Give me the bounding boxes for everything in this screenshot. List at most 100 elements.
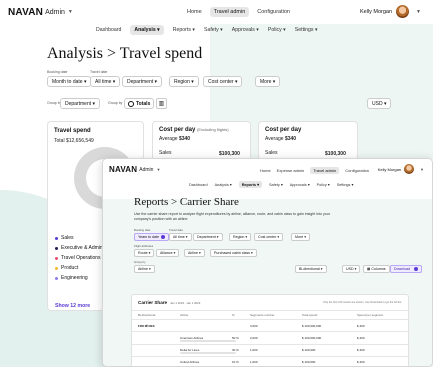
region-dropdown[interactable]: Region ▾	[229, 233, 252, 241]
nav-travel-admin[interactable]: Travel admin	[209, 7, 250, 17]
subnav-reports[interactable]: Reports ▾	[238, 181, 263, 188]
cost-row-label: Sales	[159, 150, 172, 156]
currency-dropdown[interactable]: USD ▾	[367, 98, 392, 109]
nav-travel-admin[interactable]: Travel admin	[310, 167, 340, 174]
column-header-total-spend[interactable]: Total spend	[302, 313, 317, 317]
subnav-approvals[interactable]: Approvals ▾	[290, 182, 310, 187]
divider	[132, 319, 410, 320]
group-label: Group by	[108, 101, 123, 105]
sub-nav: Dashboard Analysis ▾ Reports ▾ Safety ▾ …	[96, 25, 318, 35]
table-cell-segments: 1,000	[250, 360, 258, 364]
subnav-policy[interactable]: Policy ▾	[268, 27, 286, 33]
airline-dropdown[interactable]: Airline ▾	[184, 249, 205, 257]
avatar	[396, 5, 410, 18]
table-cell-segments: 3,000	[250, 324, 258, 328]
subnav-analysis[interactable]: Analysis ▾	[215, 182, 232, 187]
table-cell-airline: United Airlines	[180, 360, 200, 364]
booking-date-dropdown[interactable]: Month to date ▾	[47, 76, 92, 87]
legend-item-sales[interactable]: Sales	[55, 235, 74, 241]
navan-logo[interactable]: NAVAN	[8, 7, 43, 18]
show-more-link[interactable]: Show 12 more	[55, 303, 90, 309]
column-header-segments[interactable]: Segments number	[250, 313, 275, 317]
department-dropdown[interactable]: Department ▾	[122, 76, 163, 87]
group-by-dropdown[interactable]: Department ▾	[60, 98, 101, 109]
chart-view-icon[interactable]: ▥	[156, 98, 167, 109]
user-menu[interactable]: Kelly Morgan ▼	[360, 5, 421, 18]
travel-date-label: Travel date	[90, 70, 108, 74]
legend-dot	[55, 236, 58, 240]
travel-date-dropdown[interactable]: All time ▾	[90, 76, 121, 87]
user-name: Kelly Morgan	[359, 8, 393, 15]
currency-dropdown[interactable]: USD ▾	[342, 265, 361, 273]
cost-row-value: $100,300	[219, 151, 240, 157]
nav-expense-admin[interactable]: Expense admin	[277, 168, 305, 173]
totals-toggle[interactable]: Totals	[124, 98, 155, 109]
subnav-dashboard[interactable]: Dashboard	[96, 27, 121, 33]
group-by-label: Group by	[134, 260, 146, 264]
legend-dot	[55, 246, 58, 250]
cabin-class-dropdown[interactable]: Purchased cabin class ▾	[210, 249, 257, 257]
app-switcher-label[interactable]: Admin	[139, 167, 153, 173]
legend-item-executive[interactable]: Executive & Admin	[55, 245, 103, 251]
subnav-analysis[interactable]: Analysis ▾	[130, 25, 164, 35]
cost-row-value-2: $100,300	[325, 151, 346, 157]
department-dropdown[interactable]: Department ▾	[193, 233, 223, 241]
subnav-settings[interactable]: Settings ▾	[337, 182, 354, 187]
top-nav: Home Travel admin Configuration	[187, 7, 290, 17]
more-dropdown[interactable]: More ▾	[255, 76, 281, 87]
chevron-down-icon[interactable]: ▼	[68, 9, 73, 15]
booking-date-label: Booking date	[47, 70, 68, 74]
sub-nav: Dashboard Analysis ▾ Reports ▾ Safety ▾ …	[189, 181, 353, 188]
subnav-safety[interactable]: Safety ▾	[204, 27, 223, 33]
group-by-dropdown[interactable]: Airline ▾	[134, 265, 155, 273]
nav-home[interactable]: Home	[260, 168, 271, 173]
bidirectional-dropdown[interactable]: Bi-directional ▾	[295, 265, 327, 273]
column-header-percent[interactable]: %	[232, 313, 235, 317]
column-header-spend-per-segment[interactable]: Spend per segment	[357, 313, 383, 317]
table-cell-per-segment: $ 400	[357, 336, 365, 340]
legend-item-travel-ops[interactable]: Travel Operations	[55, 255, 101, 261]
top-nav: Home Expense admin Travel admin Configur…	[260, 167, 369, 174]
download-indicator-icon	[413, 267, 418, 271]
columns-button[interactable]: ▦ Columns	[363, 265, 390, 273]
column-header-bidirectional[interactable]: Bi-directional	[138, 313, 155, 317]
subnav-settings[interactable]: Settings ▾	[295, 27, 318, 33]
table-cell-per-segment: $ 400	[357, 360, 365, 364]
app-switcher-label[interactable]: Admin	[45, 9, 65, 16]
table-row-route[interactable]: FRO ⇄ DES	[138, 324, 155, 328]
booking-date-dropdown[interactable]: Years to date	[134, 233, 170, 241]
table-note: Only the first 100 results are shown. Us…	[322, 301, 402, 304]
user-menu[interactable]: Kelly Morgan ▼	[378, 164, 424, 174]
subnav-reports[interactable]: Reports ▾	[173, 27, 195, 33]
more-dropdown[interactable]: More ▾	[291, 233, 311, 241]
divider	[132, 331, 410, 332]
cost-center-dropdown[interactable]: Cost center ▾	[203, 76, 243, 87]
share-bar	[180, 340, 236, 342]
navan-logo[interactable]: NAVAN	[109, 165, 137, 174]
legend-dot	[55, 256, 58, 260]
region-dropdown[interactable]: Region ▾	[169, 76, 199, 87]
download-button[interactable]: Download	[390, 265, 422, 273]
table-cell-segments: 2,000	[250, 336, 258, 340]
nav-configuration[interactable]: Configuration	[345, 168, 369, 173]
chevron-down-icon[interactable]: ▼	[156, 167, 160, 172]
totals-label: Totals	[136, 100, 151, 107]
avatar	[404, 164, 415, 174]
screenshot-stage: NAVAN Admin ▼ Home Travel admin Configur…	[0, 0, 433, 367]
alliance-dropdown[interactable]: Alliance ▾	[156, 249, 180, 257]
column-header-airline[interactable]: Airline	[180, 313, 188, 317]
cost-center-dropdown[interactable]: Cost center ▾	[254, 233, 284, 241]
nav-home[interactable]: Home	[187, 9, 202, 15]
route-dropdown[interactable]: Route ▾	[134, 249, 155, 257]
nav-configuration[interactable]: Configuration	[257, 9, 290, 15]
travel-date-dropdown[interactable]: All time ▾	[169, 233, 192, 241]
subnav-policy[interactable]: Policy ▾	[317, 182, 330, 187]
subnav-dashboard[interactable]: Dashboard	[189, 183, 208, 187]
subnav-approvals[interactable]: Approvals ▾	[232, 27, 259, 33]
legend-item-product[interactable]: Product	[55, 265, 78, 271]
subnav-safety[interactable]: Safety ▾	[269, 182, 283, 187]
divider	[132, 356, 410, 357]
legend-item-engineering[interactable]: Engineering	[55, 275, 88, 281]
legend-dot	[55, 266, 58, 270]
table-title: Carrier Share Jan 1 2023 - Jan 1 2023	[138, 300, 201, 305]
